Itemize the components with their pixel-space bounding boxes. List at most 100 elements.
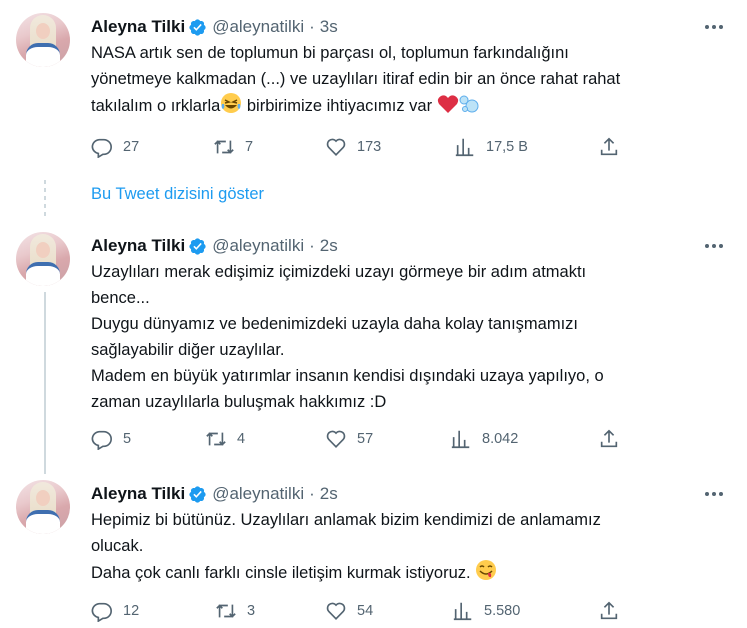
verified-badge-icon: [189, 237, 206, 255]
avatar-container: [16, 232, 72, 286]
tweet-text-line: Duygu dünyamız ve bedenimizdeki uzayla d…: [91, 315, 578, 333]
red-heart-emoji: [437, 95, 458, 113]
share-button[interactable]: [598, 136, 620, 163]
separator-dot: ·: [309, 484, 315, 503]
retweet-count: 7: [245, 139, 254, 155]
tweet[interactable]: Aleyna Tilki @aleynatilki · 3s NASA artı…: [0, 0, 747, 170]
more-icon[interactable]: [701, 235, 727, 257]
like-button[interactable]: 57: [325, 428, 373, 450]
handle[interactable]: @aleynatilki: [212, 236, 304, 256]
views-button[interactable]: 8.042: [450, 428, 518, 450]
yum-face-emoji: [476, 560, 497, 580]
like-icon: [326, 138, 346, 156]
tweet[interactable]: Aleyna Tilki @aleynatilki · 2s Hepimiz b…: [0, 470, 747, 628]
share-icon: [600, 137, 618, 156]
tweet-text-line: olucak.: [91, 537, 144, 555]
verified-badge-icon: [189, 18, 206, 36]
tweet-text-line: Daha çok canlı farklı cinsle iletişim ku…: [91, 559, 727, 586]
share-icon: [600, 429, 618, 448]
tweet[interactable]: Aleyna Tilki @aleynatilki · 2s Uzaylılar…: [0, 222, 747, 474]
laughing-crying-emoji: [221, 93, 242, 113]
timestamp[interactable]: 3s: [320, 17, 338, 37]
tweet-text-line: Madem en büyük yatırımlar insanın kendis…: [91, 367, 604, 385]
views-count: 5.580: [484, 603, 521, 619]
bubbles-emoji: [459, 95, 479, 113]
tweet-text-segment: birbirimize ihtiyacımız var: [242, 97, 437, 115]
handle[interactable]: @aleynatilki: [212, 484, 304, 504]
views-count: 17,5 B: [486, 139, 528, 155]
like-button[interactable]: 173: [325, 136, 381, 158]
tweet-header: Aleyna Tilki @aleynatilki · 2s: [91, 483, 727, 505]
separator-dot: ·: [309, 17, 315, 36]
tweet-text-line: yönetmeye kalkmadan (...) ve uzaylıları …: [91, 70, 621, 88]
like-icon: [326, 430, 346, 448]
retweet-icon: [214, 140, 234, 154]
tweet-text: Hepimiz bi bütünüz. Uzaylıları anlamak b…: [91, 507, 727, 586]
reply-button[interactable]: 5: [91, 428, 131, 450]
reply-count: 27: [123, 139, 140, 155]
verified-badge-icon: [189, 485, 206, 503]
display-name[interactable]: Aleyna Tilki: [91, 484, 185, 504]
tweet-header: Aleyna Tilki @aleynatilki · 3s: [91, 16, 727, 38]
like-button[interactable]: 54: [325, 600, 373, 622]
views-button[interactable]: 5.580: [452, 600, 520, 622]
tweet-text-segment: takılalım o ırklarla: [91, 97, 221, 115]
share-button[interactable]: [598, 428, 620, 455]
reply-icon: [91, 602, 112, 622]
more-icon[interactable]: [701, 483, 727, 505]
share-icon: [600, 601, 618, 620]
tweet-actions: 27 7 173 17,5 B: [91, 136, 631, 158]
tweet-text-line: Uzaylıları merak edişimiz içimizdeki uza…: [91, 263, 587, 281]
timestamp[interactable]: 2s: [320, 236, 338, 256]
handle[interactable]: @aleynatilki: [212, 17, 304, 37]
reply-icon: [91, 430, 112, 450]
thread-line: [44, 292, 46, 474]
tweet-header: Aleyna Tilki @aleynatilki · 2s: [91, 235, 727, 257]
retweet-icon: [216, 604, 236, 618]
retweet-button[interactable]: 7: [213, 136, 253, 158]
retweet-button[interactable]: 4: [205, 428, 245, 450]
thread-connector-dots: [44, 180, 46, 220]
show-thread-link[interactable]: Bu Tweet dizisini göster: [91, 185, 264, 204]
tweet-text-line: zaman uzaylılarla buluşmak hakkımız :D: [91, 393, 387, 411]
retweet-count: 3: [247, 603, 256, 619]
tweet-text-line: bence...: [91, 289, 150, 307]
views-icon: [451, 430, 470, 449]
tweet-text-line: NASA artık sen de toplumun bi parçası ol…: [91, 44, 569, 62]
views-icon: [453, 602, 472, 621]
share-button[interactable]: [598, 600, 620, 627]
tweet-text: Uzaylıları merak edişimiz içimizdeki uza…: [91, 259, 727, 415]
avatar-container: [16, 13, 72, 67]
tweet-text-line: takılalım o ırklarla birbirimize ihtiyac…: [91, 92, 727, 119]
display-name[interactable]: Aleyna Tilki: [91, 17, 185, 37]
like-count: 173: [357, 139, 382, 155]
like-count: 54: [357, 603, 374, 619]
views-count: 8.042: [482, 431, 519, 447]
tweet-text-line: sağlayabilir diğer uzaylılar.: [91, 341, 285, 359]
like-icon: [326, 602, 346, 620]
timestamp[interactable]: 2s: [320, 484, 338, 504]
retweet-count: 4: [237, 431, 246, 447]
retweet-button[interactable]: 3: [215, 600, 255, 622]
reply-button[interactable]: 27: [91, 136, 139, 158]
views-icon: [455, 138, 474, 157]
retweet-icon: [206, 432, 226, 446]
separator-dot: ·: [309, 236, 315, 255]
avatar-container: [16, 480, 72, 534]
more-icon[interactable]: [701, 16, 727, 38]
reply-count: 12: [123, 603, 140, 619]
views-button[interactable]: 17,5 B: [454, 136, 528, 158]
display-name[interactable]: Aleyna Tilki: [91, 236, 185, 256]
tweet-text: NASA artık sen de toplumun bi parçası ol…: [91, 40, 727, 119]
avatar[interactable]: [16, 13, 70, 67]
tweet-text-segment: Daha çok canlı farklı cinsle iletişim ku…: [91, 564, 476, 582]
tweet-text-line: Hepimiz bi bütünüz. Uzaylıları anlamak b…: [91, 511, 601, 529]
like-count: 57: [357, 431, 374, 447]
reply-count: 5: [123, 431, 132, 447]
tweet-actions: 5 4 57 8.042: [91, 428, 631, 450]
reply-button[interactable]: 12: [91, 600, 139, 622]
avatar[interactable]: [16, 232, 70, 286]
reply-icon: [91, 138, 112, 158]
avatar[interactable]: [16, 480, 70, 534]
tweet-actions: 12 3 54 5.580: [91, 600, 631, 622]
